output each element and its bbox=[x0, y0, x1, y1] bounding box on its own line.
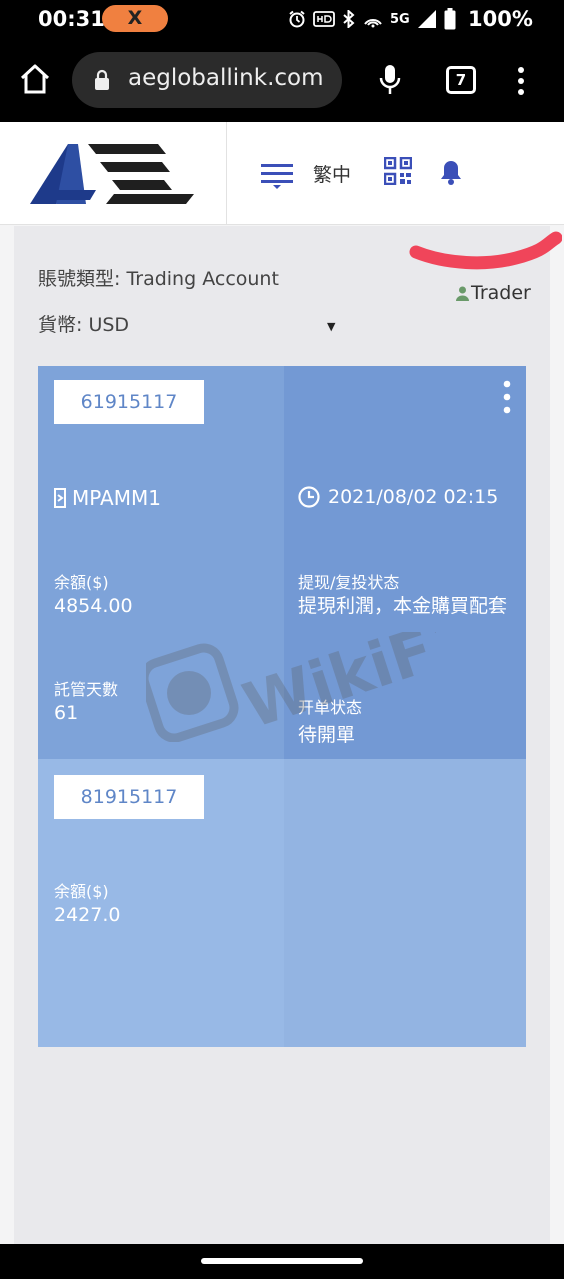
site-header: 繁中 bbox=[0, 122, 564, 225]
balance-label: 余額($) bbox=[54, 573, 109, 592]
browser-menu-icon[interactable] bbox=[516, 66, 526, 96]
balance-label: 余額($) bbox=[54, 882, 109, 901]
currency-select[interactable]: 貨幣: USD bbox=[38, 310, 129, 337]
qr-code-icon[interactable] bbox=[384, 157, 412, 185]
notification-badge: X bbox=[102, 5, 168, 32]
language-selector[interactable]: 繁中 bbox=[313, 160, 351, 187]
signal-icon bbox=[417, 10, 436, 28]
brand-logo[interactable] bbox=[28, 140, 196, 206]
caret-down-icon[interactable]: ▼ bbox=[327, 320, 335, 333]
user-role: Trader bbox=[456, 282, 531, 304]
card-detail-column bbox=[284, 759, 526, 1047]
web-page: 繁中 賬號類型: Trading Account 貨幣: USD ▼ Trade… bbox=[0, 122, 564, 1244]
account-type-label: 賬號類型: bbox=[38, 268, 121, 290]
balance-value: 4854.00 bbox=[54, 595, 133, 617]
status-icons: 5G bbox=[288, 8, 456, 30]
status-time: 00:31 bbox=[38, 7, 105, 31]
account-type-value: Trading Account bbox=[126, 268, 279, 290]
account-card[interactable]: 81915117 余額($) 2427.0 bbox=[38, 759, 526, 1047]
clock-icon bbox=[298, 486, 320, 508]
account-number: 61915117 bbox=[54, 380, 204, 424]
browser-toolbar: aegloballink.com 7 bbox=[0, 40, 564, 122]
withdraw-status-label: 提现/复投状态 bbox=[298, 573, 400, 592]
account-number: 81915117 bbox=[54, 775, 204, 819]
datetime: 2021/08/02 02:15 bbox=[328, 486, 499, 508]
currency-value: USD bbox=[88, 314, 130, 336]
custody-days-label: 託管天數 bbox=[54, 680, 119, 699]
battery-percent: 100% bbox=[468, 7, 533, 31]
custody-days-value: 61 bbox=[54, 702, 79, 724]
user-role-text: Trader bbox=[471, 282, 531, 304]
order-status-label: 开单状态 bbox=[298, 698, 363, 717]
user-icon bbox=[456, 286, 469, 301]
battery-icon bbox=[444, 8, 456, 30]
account-card[interactable]: 61915117 MPAMM1 2021/08/02 02:15 余額($) 4… bbox=[38, 366, 526, 759]
account-type-row: 賬號類型: Trading Account bbox=[38, 264, 279, 291]
redaction-mark bbox=[409, 231, 562, 270]
fund-icon bbox=[54, 488, 66, 508]
system-nav-bar bbox=[0, 1244, 564, 1279]
notification-bell-icon[interactable] bbox=[440, 159, 462, 185]
url-text: aegloballink.com bbox=[128, 65, 324, 91]
microphone-icon[interactable] bbox=[378, 64, 402, 96]
bluetooth-icon bbox=[343, 10, 355, 28]
order-status-value: 待開單 bbox=[298, 724, 356, 746]
address-bar[interactable]: aegloballink.com bbox=[72, 52, 342, 108]
more-options-icon[interactable] bbox=[502, 380, 512, 414]
home-gesture-handle[interactable] bbox=[201, 1258, 363, 1264]
fund-name-row: MPAMM1 bbox=[54, 486, 161, 510]
status-bar: 00:31 X 5G 100% bbox=[0, 0, 564, 40]
fund-name: MPAMM1 bbox=[72, 486, 161, 510]
hd-calling-icon bbox=[313, 11, 335, 27]
volte-icon bbox=[364, 19, 382, 28]
home-icon[interactable] bbox=[18, 62, 52, 96]
withdraw-status-value: 提現利潤，本金購買配套 bbox=[298, 595, 508, 617]
alarm-icon bbox=[289, 10, 305, 28]
menu-icon[interactable] bbox=[261, 161, 293, 189]
currency-label: 貨幣: bbox=[38, 314, 83, 336]
balance-value: 2427.0 bbox=[54, 904, 121, 926]
tab-switcher-button[interactable]: 7 bbox=[446, 66, 476, 94]
network-type: 5G bbox=[390, 11, 410, 27]
header-divider bbox=[226, 122, 227, 225]
lock-icon bbox=[95, 69, 109, 90]
datetime-row: 2021/08/02 02:15 bbox=[298, 486, 498, 508]
